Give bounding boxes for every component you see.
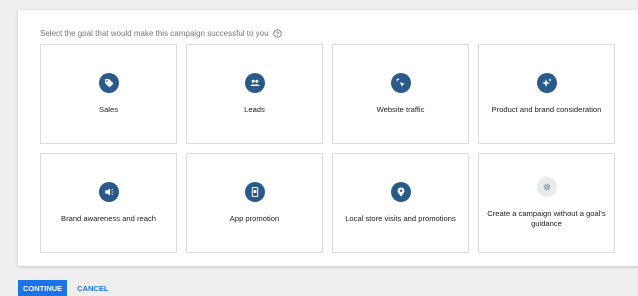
goal-tile-website-traffic[interactable]: Website traffic: [332, 44, 469, 144]
form-actions: CONTINUE CANCEL: [18, 280, 108, 296]
goal-prompt: Select the goal that would make this cam…: [40, 29, 282, 38]
goal-tile-local-store-visits[interactable]: Local store visits and promotions: [332, 153, 469, 253]
goal-tile-app-promotion[interactable]: App promotion: [186, 153, 323, 253]
goal-label: Website traffic: [376, 105, 425, 114]
megaphone-icon: [98, 182, 119, 202]
phone-icon: [244, 182, 265, 202]
goal-label: Product and brand consideration: [491, 105, 602, 114]
goal-label: Create a campaign without a goal's guida…: [487, 209, 606, 228]
tag-icon: [98, 73, 119, 93]
cancel-button[interactable]: CANCEL: [77, 284, 108, 293]
goal-tile-leads[interactable]: Leads: [186, 44, 323, 144]
goal-selection-card: Select the goal that would make this cam…: [18, 10, 638, 266]
gear-icon: [536, 177, 557, 197]
goal-label: App promotion: [229, 214, 280, 223]
cursor-click-icon: [390, 73, 411, 93]
goal-tile-sales[interactable]: Sales: [40, 44, 177, 144]
help-circle-icon[interactable]: [272, 29, 282, 38]
goal-grid: Sales Leads Website traffic Product and …: [40, 44, 615, 253]
sparkle-icon: [536, 73, 557, 93]
location-pin-icon: [390, 182, 411, 202]
goal-prompt-text: Select the goal that would make this cam…: [40, 29, 269, 38]
people-icon: [244, 73, 265, 93]
goal-label: Sales: [99, 105, 118, 114]
goal-tile-product-brand-consideration[interactable]: Product and brand consideration: [478, 44, 615, 144]
goal-tile-brand-awareness-reach[interactable]: Brand awareness and reach: [40, 153, 177, 253]
goal-label: Leads: [244, 105, 265, 114]
goal-tile-no-goal-guidance[interactable]: Create a campaign without a goal's guida…: [478, 153, 615, 253]
continue-button[interactable]: CONTINUE: [18, 280, 68, 296]
goal-label: Local store visits and promotions: [345, 214, 456, 223]
goal-label: Brand awareness and reach: [61, 214, 156, 223]
